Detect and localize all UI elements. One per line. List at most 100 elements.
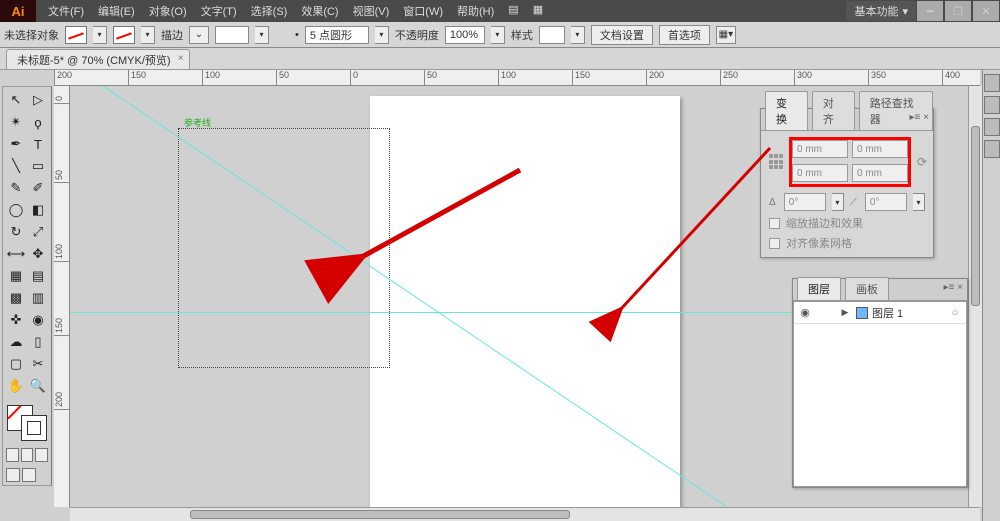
scroll-thumb[interactable]	[971, 126, 980, 306]
ruler-vertical[interactable]: 0 50 100 150 200	[54, 86, 70, 507]
w-input[interactable]: 0 mm	[852, 140, 908, 158]
tab-transform[interactable]: 变换	[765, 91, 808, 130]
tab-artboards[interactable]: 画板	[845, 277, 889, 300]
expand-icon[interactable]: ▶	[838, 307, 852, 318]
tool-rect[interactable]: ▭	[27, 155, 49, 177]
document-setup-button[interactable]: 文档设置	[591, 25, 653, 45]
tool-zoom[interactable]: 🔍	[27, 375, 49, 397]
tool-mesh[interactable]: ▩	[5, 287, 27, 309]
stroke-weight-menu[interactable]: ▾	[255, 26, 269, 44]
rotate-menu[interactable]: ▾	[832, 193, 844, 211]
screen-full[interactable]	[22, 468, 36, 482]
tool-hand[interactable]: ✋	[5, 375, 27, 397]
tool-free[interactable]: ✥	[27, 243, 49, 265]
menu-view[interactable]: 视图(V)	[347, 0, 396, 22]
dock-icon[interactable]	[984, 74, 1000, 92]
tool-selection[interactable]: ↖	[5, 89, 27, 111]
tool-lasso[interactable]: ϙ	[27, 111, 49, 133]
tool-type[interactable]: T	[27, 133, 49, 155]
tool-artboard[interactable]: ▢	[5, 353, 27, 375]
tool-graph[interactable]: ▯	[27, 331, 49, 353]
scrollbar-vertical[interactable]	[968, 86, 982, 507]
preferences-button[interactable]: 首选项	[659, 25, 710, 45]
link-wh-icon[interactable]: ⟳	[917, 155, 927, 169]
fill-swatch-menu[interactable]: ▾	[93, 26, 107, 44]
stroke-weight-down[interactable]: ⌄	[189, 26, 209, 44]
dock-icon[interactable]	[984, 118, 1000, 136]
stroke-swatch[interactable]	[113, 26, 135, 44]
reference-point-grid[interactable]	[769, 154, 783, 170]
dock-icon[interactable]	[984, 140, 1000, 158]
layer-row[interactable]: ◉ ▶ 图层 1 ○	[794, 302, 966, 324]
layer-name[interactable]: 图层 1	[872, 305, 944, 321]
y-input[interactable]: 0 mm	[792, 164, 848, 182]
dock-icon[interactable]	[984, 96, 1000, 114]
stroke-swatch-menu[interactable]: ▾	[141, 26, 155, 44]
tool-symbol[interactable]: ☁	[5, 331, 27, 353]
brush-input[interactable]: 5 点圆形	[305, 26, 369, 44]
style-swatch[interactable]	[539, 26, 565, 44]
menu-type[interactable]: 文字(T)	[195, 0, 243, 22]
tool-gradient[interactable]: ▥	[27, 287, 49, 309]
mode-gradient[interactable]	[21, 448, 34, 462]
screen-normal[interactable]	[6, 468, 20, 482]
x-input[interactable]: 0 mm	[792, 140, 848, 158]
menu-file[interactable]: 文件(F)	[42, 0, 90, 22]
menu-help[interactable]: 帮助(H)	[451, 0, 500, 22]
tab-align[interactable]: 对齐	[812, 91, 855, 130]
scale-strokes-check[interactable]: 缩放描边和效果	[769, 215, 925, 231]
tool-brush[interactable]: ✎	[5, 177, 27, 199]
close-button[interactable]: ✕	[973, 1, 999, 21]
tool-shape[interactable]: ▦	[5, 265, 27, 287]
tool-wand[interactable]: ✴	[5, 111, 27, 133]
mode-color[interactable]	[6, 448, 19, 462]
tool-direct[interactable]: ▷	[27, 89, 49, 111]
align-pixel-check[interactable]: 对齐像素网格	[769, 235, 925, 251]
fill-stroke-indicator[interactable]	[5, 403, 49, 443]
menu-effect[interactable]: 效果(C)	[295, 0, 344, 22]
tool-line[interactable]: ╲	[5, 155, 27, 177]
scrollbar-horizontal[interactable]	[70, 507, 980, 521]
fill-swatch[interactable]	[65, 26, 87, 44]
doc-tab-active[interactable]: 未标题-5* @ 70% (CMYK/预览) ×	[6, 49, 190, 69]
maximize-button[interactable]: ❐	[945, 1, 971, 21]
visibility-icon[interactable]: ◉	[794, 306, 816, 319]
tool-blend[interactable]: ◉	[27, 309, 49, 331]
tool-rotate[interactable]: ↻	[5, 221, 27, 243]
target-icon[interactable]: ○	[944, 307, 966, 319]
mode-none[interactable]	[35, 448, 48, 462]
style-menu[interactable]: ▾	[571, 26, 585, 44]
menu-window[interactable]: 窗口(W)	[397, 0, 449, 22]
h-input[interactable]: 0 mm	[852, 164, 908, 182]
shear-menu[interactable]: ▾	[913, 193, 925, 211]
tool-eyedrop[interactable]: ✜	[5, 309, 27, 331]
tab-pathfinder[interactable]: 路径查找器	[859, 91, 933, 130]
menu-extra-icon2[interactable]: ▦	[527, 0, 549, 22]
menu-select[interactable]: 选择(S)	[245, 0, 294, 22]
tool-slice[interactable]: ✂	[27, 353, 49, 375]
tool-eraser[interactable]: ◧	[27, 199, 49, 221]
ruler-horizontal[interactable]: 200 150 100 50 0 50 100 150 200 250 300 …	[54, 70, 980, 86]
menu-object[interactable]: 对象(O)	[143, 0, 193, 22]
prefs-extra[interactable]: ▦▾	[716, 26, 736, 44]
tool-width[interactable]: ⟷	[5, 243, 27, 265]
opacity-input[interactable]: 100%	[445, 26, 485, 44]
tool-persp[interactable]: ▤	[27, 265, 49, 287]
close-icon[interactable]: ×	[178, 53, 184, 64]
scroll-thumb[interactable]	[190, 510, 570, 519]
brush-menu[interactable]: ▾	[375, 26, 389, 44]
rotate-input[interactable]: 0°	[784, 193, 826, 211]
workspace-switcher[interactable]: 基本功能▾	[846, 1, 916, 21]
tab-layers[interactable]: 图层	[797, 277, 841, 300]
tool-pencil[interactable]: ✐	[27, 177, 49, 199]
panel-menu-icon[interactable]: ▸≡ ×	[910, 112, 929, 123]
shear-input[interactable]: 0°	[865, 193, 907, 211]
panel-menu-icon[interactable]: ▸≡ ×	[944, 282, 963, 293]
tool-blob[interactable]: ◯	[5, 199, 27, 221]
opacity-menu[interactable]: ▾	[491, 26, 505, 44]
menu-extra-icon[interactable]: ▤	[502, 0, 524, 22]
menu-edit[interactable]: 编辑(E)	[92, 0, 141, 22]
stroke-weight-input[interactable]	[215, 26, 249, 44]
tool-pen[interactable]: ✒	[5, 133, 27, 155]
minimize-button[interactable]: ━	[917, 1, 943, 21]
